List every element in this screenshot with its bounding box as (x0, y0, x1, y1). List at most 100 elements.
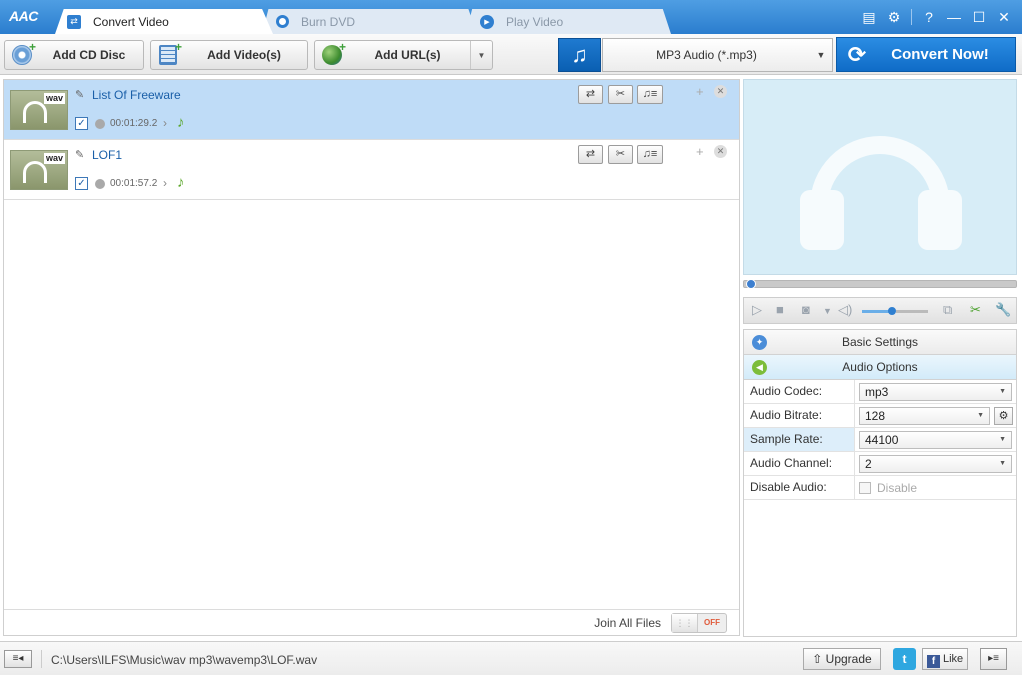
music-note-icon[interactable]: ♪ (177, 114, 185, 131)
volume-slider[interactable] (862, 307, 896, 315)
chevron-right-icon[interactable]: › (163, 176, 167, 190)
audio-track-button[interactable]: ♫≡ (637, 145, 663, 164)
music-note-icon[interactable]: ♫ (558, 38, 601, 72)
output-path[interactable]: C:\Users\ILFS\Music\wav mp3\wavemp3\LOF.… (51, 653, 317, 667)
file-checkbox[interactable]: ✓ (75, 117, 88, 130)
disable-audio-value: Disable (877, 481, 918, 495)
volume-icon[interactable]: ◁) (838, 302, 852, 318)
convert-now-button[interactable]: ⟳ Convert Now! (836, 37, 1016, 72)
convert-item-button[interactable]: ⇄ (578, 145, 603, 164)
chevron-down-icon: ▼ (977, 412, 984, 419)
disable-audio-label: Disable Audio: (744, 476, 855, 499)
chevron-down-icon: ▼ (999, 388, 1006, 395)
list-item[interactable]: wav ✎ LOF1 ✓ 00:01:57.2 › ♪ ⇄ ✂ ♫≡ + ✕ (4, 140, 739, 200)
settings-icon: ✦ (752, 335, 767, 350)
like-label: Like (943, 653, 964, 665)
file-duration: 00:01:57.2 (110, 178, 158, 189)
clock-icon (95, 119, 105, 129)
copy-icon[interactable]: ⧉ (943, 302, 952, 318)
scissors-icon[interactable]: ✂ (970, 302, 981, 318)
scissors-button[interactable]: ✂ (608, 145, 633, 164)
volume-handle[interactable] (887, 307, 896, 315)
tab-play-video[interactable]: ▶ Play Video (466, 9, 671, 34)
chevron-down-icon[interactable]: ▼ (470, 41, 492, 69)
file-duration: 00:01:29.2 (110, 118, 158, 129)
film-icon: + (155, 40, 182, 67)
play-circle-icon: ▶ (480, 14, 494, 29)
audio-options-header[interactable]: ◀ Audio Options (744, 355, 1016, 380)
join-all-files-toggle[interactable]: ⋮⋮ OFF (671, 613, 727, 633)
convert-item-button[interactable]: ⇄ (578, 85, 603, 104)
add-urls-label: Add URL(s) (374, 48, 441, 62)
file-checkbox[interactable]: ✓ (75, 177, 88, 190)
title-bar: AAC Burn DVD ▶ Play Video ⇄ Convert Vide… (0, 0, 1022, 34)
audio-track-button[interactable]: ♫≡ (637, 85, 663, 104)
file-list: wav ✎ List Of Freeware ✓ 00:01:29.2 › ♪ … (3, 79, 740, 636)
minimize-icon[interactable]: — (946, 8, 962, 26)
audio-codec-label: Audio Codec: (744, 380, 855, 403)
seek-handle[interactable] (746, 279, 756, 289)
seek-bar[interactable] (743, 279, 1017, 289)
upgrade-label: Upgrade (825, 652, 872, 666)
add-videos-label: Add Video(s) (207, 48, 281, 62)
window-controls-divider (911, 9, 912, 25)
tab-convert-video-label: Convert Video (93, 14, 169, 29)
register-icon[interactable]: ▤ (861, 8, 877, 26)
plus-icon[interactable]: + (696, 84, 704, 99)
play-icon[interactable]: ▷ (752, 302, 762, 318)
audio-channel-select[interactable]: 2 ▼ (859, 455, 1012, 473)
list-item[interactable]: wav ✎ List Of Freeware ✓ 00:01:29.2 › ♪ … (4, 80, 739, 140)
sample-rate-select[interactable]: 44100 ▼ (859, 431, 1012, 449)
clock-icon (95, 179, 105, 189)
add-cd-disc-label: Add CD Disc (52, 48, 126, 62)
stop-icon[interactable]: ■ (776, 302, 784, 317)
settings-gear-icon[interactable]: ⚙ (886, 8, 902, 26)
facebook-like-button[interactable]: f Like (922, 648, 968, 670)
facebook-icon: f (927, 655, 940, 668)
close-icon[interactable]: ✕ (714, 85, 727, 98)
audio-channel-value: 2 (865, 457, 872, 471)
sample-rate-value: 44100 (865, 433, 899, 447)
volume-track (896, 310, 928, 313)
convert-now-label: Convert Now! (891, 46, 989, 63)
add-videos-button[interactable]: + Add Video(s) (150, 40, 308, 70)
basic-settings-title: Basic Settings (841, 335, 919, 349)
join-bar: Join All Files ⋮⋮ OFF (4, 609, 739, 635)
tab-burn-dvd[interactable]: Burn DVD (262, 9, 477, 34)
plus-icon[interactable]: + (696, 144, 704, 159)
tab-convert-video[interactable]: ⇄ Convert Video (55, 9, 273, 34)
twitter-icon[interactable]: t (893, 648, 916, 670)
add-cd-disc-button[interactable]: + Add CD Disc (4, 40, 144, 70)
audio-bitrate-select[interactable]: 128 ▼ (859, 407, 990, 425)
scissors-button[interactable]: ✂ (608, 85, 633, 104)
upgrade-button[interactable]: ⇧ Upgrade (803, 648, 881, 670)
file-name[interactable]: LOF1 (92, 148, 122, 162)
chevron-right-icon[interactable]: › (163, 116, 167, 130)
toggle-right-panel-button[interactable]: ▸≡ (980, 648, 1007, 670)
audio-bitrate-label: Audio Bitrate: (744, 404, 855, 427)
audio-codec-value: mp3 (865, 385, 889, 399)
pencil-icon[interactable]: ✎ (75, 148, 84, 161)
camera-icon[interactable]: ◙ (802, 302, 810, 317)
gear-icon[interactable]: ⚙ (994, 407, 1013, 425)
headphone-left-cup (800, 190, 844, 250)
basic-settings-header[interactable]: ✦ Basic Settings (744, 330, 1016, 355)
close-icon[interactable]: ✕ (996, 8, 1012, 26)
chevron-down-icon[interactable]: ▼ (823, 306, 832, 316)
output-format-value: MP3 Audio (*.mp3) (656, 48, 757, 62)
output-format-select[interactable]: MP3 Audio (*.mp3) ▼ (602, 38, 833, 72)
audio-codec-select[interactable]: mp3 ▼ (859, 383, 1012, 401)
disable-audio-checkbox[interactable] (859, 482, 871, 494)
close-icon[interactable]: ✕ (714, 145, 727, 158)
music-note-icon[interactable]: ♪ (177, 174, 185, 191)
maximize-icon[interactable]: ☐ (971, 8, 987, 26)
help-icon[interactable]: ? (921, 8, 937, 26)
globe-icon: + (319, 40, 346, 67)
app-logo: AAC (9, 8, 38, 24)
wrench-icon[interactable]: 🔧 (995, 302, 1011, 318)
toggle-left-panel-button[interactable]: ≡◂ (4, 650, 32, 668)
add-urls-button[interactable]: + Add URL(s) ▼ (314, 40, 493, 70)
audio-codec-row: Audio Codec: mp3 ▼ (744, 380, 1016, 404)
pencil-icon[interactable]: ✎ (75, 88, 84, 101)
file-name[interactable]: List Of Freeware (92, 88, 181, 102)
